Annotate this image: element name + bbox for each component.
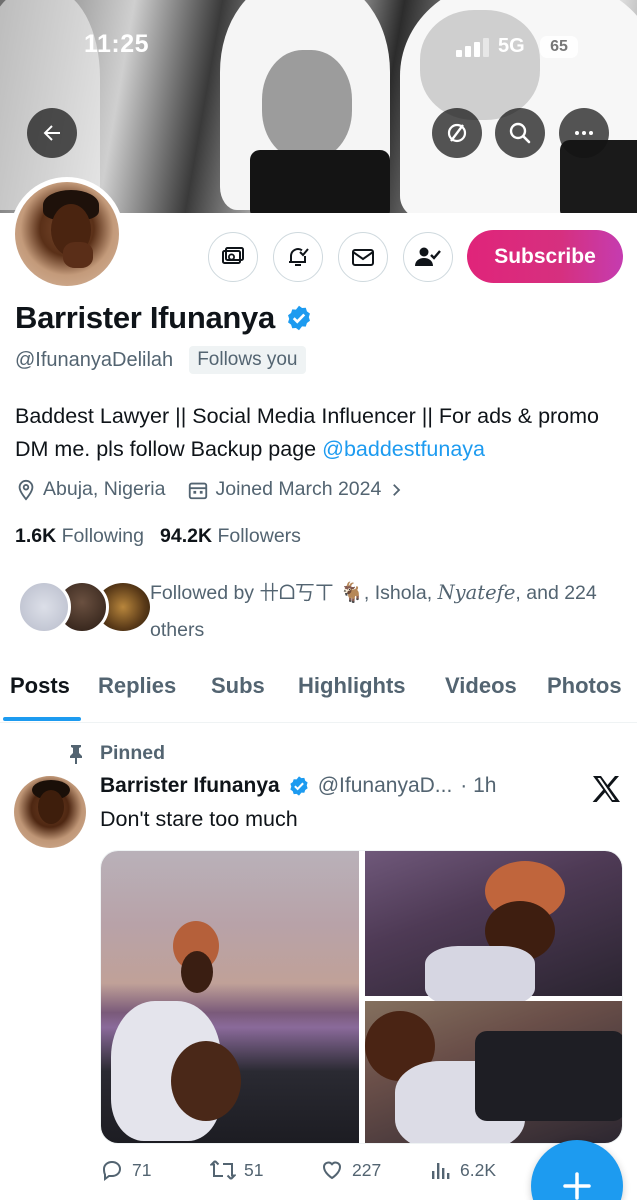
plus-icon (563, 1172, 591, 1200)
following-button[interactable] (403, 232, 453, 282)
repost-button[interactable]: 51 (210, 1158, 320, 1182)
joined-date[interactable]: Joined March 2024 (187, 478, 405, 501)
followed-by-text[interactable]: Followed by 卄ᗝ丂ㄒ 🐐, Ishola, Nyatefe, and… (150, 574, 620, 649)
message-icon (352, 249, 374, 266)
repost-icon (210, 1160, 236, 1180)
network-type: 5G (498, 35, 525, 57)
followers-count: 94.2K (160, 525, 213, 547)
x-logo-icon[interactable] (590, 774, 622, 804)
post-media-grid (100, 850, 623, 1144)
views-button[interactable]: 6.2K (430, 1159, 530, 1181)
more-icon (575, 131, 593, 135)
notification-bell-icon (289, 248, 309, 266)
following-label: Following (61, 525, 144, 547)
profile-name: Barrister Ifunanya (15, 300, 313, 336)
followed-by-name-2: , Ishola, (363, 582, 438, 604)
verified-badge-icon[interactable] (285, 304, 313, 332)
followed-by-avatars[interactable] (17, 580, 153, 634)
views-count: 6.2K (460, 1159, 496, 1180)
follower-avatar-1 (17, 580, 71, 634)
post-image-1[interactable] (101, 851, 359, 1143)
profile-handle: @IfunanyaDelilah (15, 348, 174, 371)
battery-icon: 65 (540, 36, 578, 58)
following-icon (415, 247, 441, 266)
post-author-handle[interactable]: @IfunanyaD... (318, 774, 453, 798)
handle-row: @IfunanyaDelilah Follows you (15, 346, 306, 374)
calendar-icon (189, 482, 208, 499)
banner-figure-center-collar (250, 150, 390, 213)
post-actions: 71 51 227 6.2K (100, 1158, 530, 1182)
post-author-name[interactable]: Barrister Ifunanya (100, 774, 280, 798)
status-time: 11:25 (84, 30, 150, 58)
subscribe-button[interactable]: Subscribe (467, 230, 623, 283)
heart-icon (322, 1161, 342, 1180)
monetization-icon (222, 247, 244, 264)
tab-photos[interactable]: Photos (547, 673, 622, 699)
followed-by-name-1: 卄ᗝ丂ㄒ 🐐 (259, 582, 364, 604)
tab-posts[interactable]: Posts (10, 673, 70, 699)
like-button[interactable]: 227 (320, 1158, 430, 1182)
reply-icon (102, 1160, 122, 1181)
followed-by-name-3: Nyatefe (437, 581, 516, 604)
views-icon (432, 1163, 450, 1179)
repost-count: 51 (244, 1159, 264, 1180)
followers-count-link[interactable]: 94.2K Followers (160, 525, 301, 548)
location: Abuja, Nigeria (15, 478, 165, 501)
pinned-text: Pinned (100, 742, 166, 764)
post-image-3[interactable] (365, 1001, 622, 1143)
signal-icon (456, 37, 490, 57)
location-pin-icon (18, 479, 34, 501)
reply-button[interactable]: 71 (100, 1158, 210, 1182)
more-button[interactable] (559, 108, 609, 158)
tab-replies[interactable]: Replies (98, 673, 176, 699)
back-arrow-icon (43, 125, 60, 141)
profile-meta: Abuja, Nigeria Joined March 2024 (15, 478, 427, 501)
search-icon (509, 122, 531, 144)
tab-highlights[interactable]: Highlights (298, 673, 406, 699)
profile-bio: Baddest Lawyer || Social Media Influence… (15, 400, 627, 466)
active-tab-indicator (3, 717, 81, 721)
reply-count: 71 (132, 1159, 152, 1180)
followed-by-prefix: Followed by (150, 582, 260, 604)
profile-name-text: Barrister Ifunanya (15, 300, 275, 335)
tab-subs[interactable]: Subs (211, 673, 265, 699)
followers-label: Followers (217, 525, 301, 547)
post-image-2[interactable] (365, 851, 622, 1006)
status-bar: 11:25 5G 65 (0, 0, 637, 70)
post-header: Barrister Ifunanya @IfunanyaD... · 1h (100, 774, 496, 798)
compose-post-button[interactable] (531, 1140, 623, 1200)
post-author-avatar[interactable] (14, 776, 86, 848)
joined-text: Joined March 2024 (215, 478, 382, 500)
following-count-link[interactable]: 1.6K Following (15, 525, 144, 548)
profile-tabs: Posts Replies Subs Highlights Videos Pho… (0, 667, 637, 723)
pin-icon (70, 744, 82, 764)
notifications-button[interactable] (273, 232, 323, 282)
bio-mention-link[interactable]: @baddestfunaya (322, 437, 485, 461)
following-count: 1.6K (15, 525, 57, 547)
profile-avatar[interactable] (10, 177, 124, 291)
post-text: Don't stare too much (100, 807, 298, 831)
tab-videos[interactable]: Videos (445, 673, 517, 699)
back-button[interactable] (27, 108, 77, 158)
like-count: 227 (352, 1159, 382, 1180)
chevron-right-icon (393, 483, 401, 496)
follows-you-badge: Follows you (189, 346, 306, 374)
pinned-label: Pinned (66, 742, 165, 765)
message-button[interactable] (338, 232, 388, 282)
search-button[interactable] (495, 108, 545, 158)
verified-badge-icon (290, 776, 308, 796)
post-time: · 1h (460, 774, 497, 797)
bio-text: Baddest Lawyer || Social Media Influence… (15, 404, 600, 461)
grok-button[interactable] (432, 108, 482, 158)
location-text: Abuja, Nigeria (43, 478, 166, 500)
grok-icon (447, 123, 467, 143)
follow-counts: 1.6K Following 94.2K Followers (15, 525, 301, 548)
tip-button[interactable] (208, 232, 258, 282)
